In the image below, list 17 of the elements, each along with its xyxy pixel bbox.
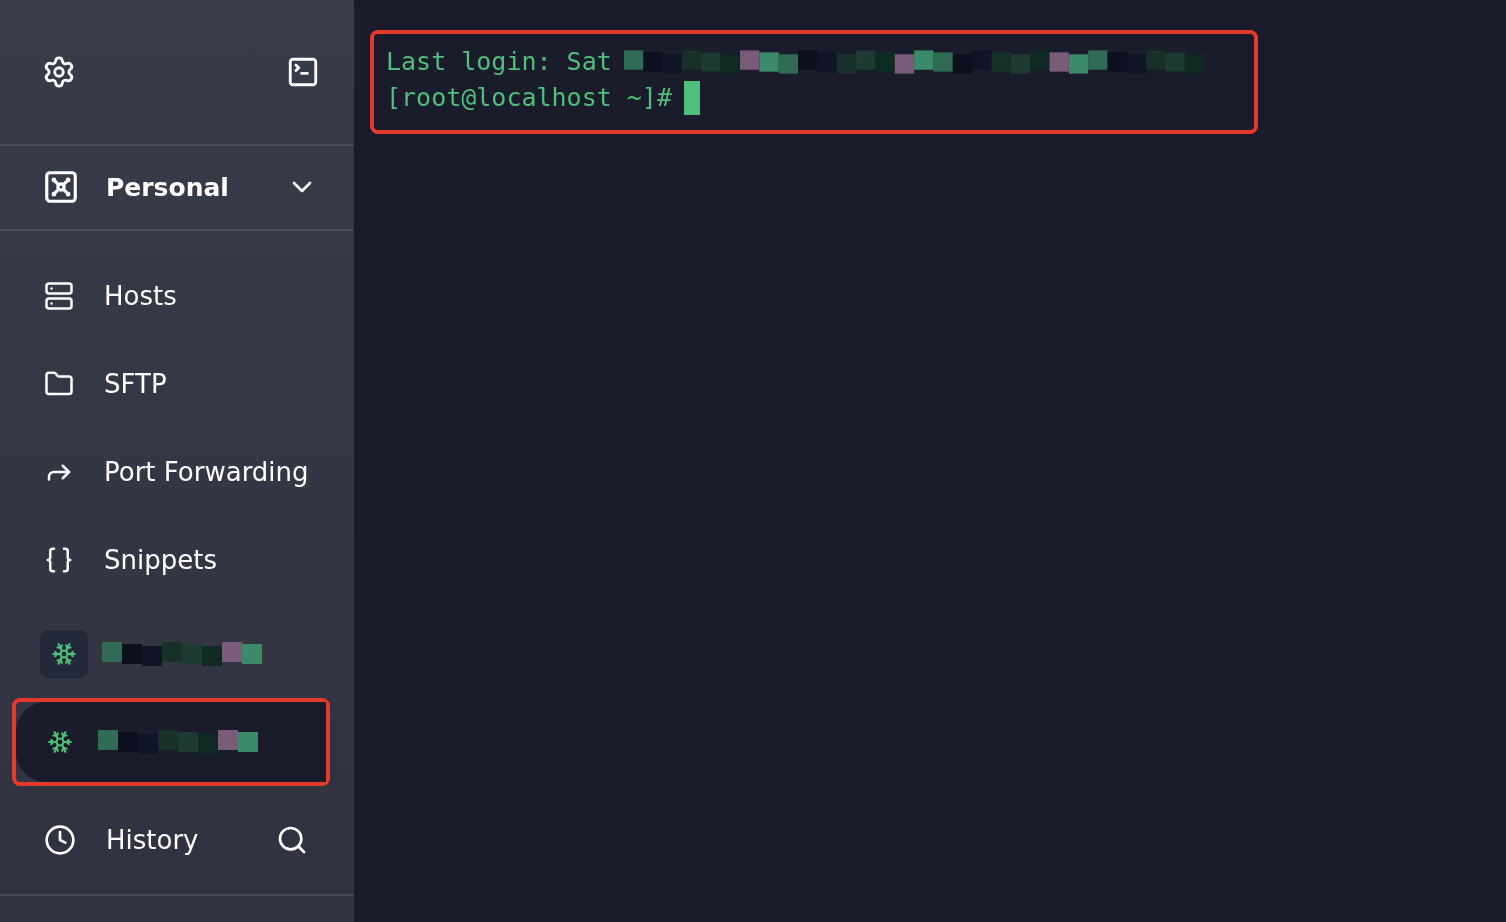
nav-item[interactable]: SFTP: [0, 340, 354, 429]
nav-label: SFTP: [104, 369, 167, 400]
server-icon: [44, 281, 74, 312]
terminal-line: [root@localhost ~]#: [386, 82, 672, 114]
nav-item[interactable]: Hosts: [0, 252, 354, 341]
history-icon: [44, 824, 76, 857]
nav-label: Port Forwarding: [104, 457, 309, 488]
history-label[interactable]: History: [106, 825, 246, 856]
braces-icon: [44, 545, 74, 576]
nav-label: Hosts: [104, 281, 177, 312]
nav-label: Snippets: [104, 545, 217, 576]
session-badge-icon: [40, 630, 88, 679]
nav-item[interactable]: Port Forwarding: [0, 428, 354, 517]
nav-item[interactable]: Snippets: [0, 516, 354, 605]
vault-name[interactable]: Personal: [106, 172, 260, 202]
terminal-line: Last login: Sat: [386, 46, 612, 78]
settings-icon[interactable]: [42, 54, 76, 89]
